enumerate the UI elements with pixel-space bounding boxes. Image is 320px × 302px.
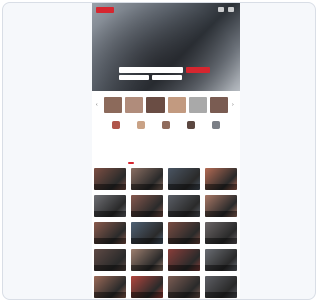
category-icon [162, 121, 170, 129]
listing-caption [94, 184, 126, 190]
listing-card[interactable] [131, 195, 163, 217]
category-icon [212, 121, 220, 129]
menu-icon[interactable] [218, 7, 224, 12]
listing-caption [205, 184, 237, 190]
listing-caption [168, 265, 200, 271]
listing-card[interactable] [168, 249, 200, 271]
listing-card[interactable] [94, 276, 126, 298]
listing-caption [131, 238, 163, 244]
tab-1[interactable] [128, 162, 134, 164]
listing-card[interactable] [94, 222, 126, 244]
tab-2[interactable] [140, 162, 146, 164]
hero-banner [92, 3, 240, 91]
listing-caption [205, 265, 237, 271]
strip-thumbnail[interactable] [209, 97, 229, 113]
filter-select-2[interactable] [152, 75, 182, 80]
listing-caption [94, 265, 126, 271]
listing-card[interactable] [168, 276, 200, 298]
listing-card[interactable] [205, 168, 237, 190]
listing-card[interactable] [94, 249, 126, 271]
listing-caption [168, 211, 200, 217]
category-icon [137, 121, 145, 129]
listing-card[interactable] [131, 222, 163, 244]
strip-thumbnail[interactable] [104, 97, 123, 113]
filter-select-1[interactable] [119, 75, 149, 80]
listing-tabs [128, 160, 208, 166]
listing-card[interactable] [205, 249, 237, 271]
listing-caption [94, 211, 126, 217]
listing-caption [131, 211, 163, 217]
listing-card[interactable] [168, 222, 200, 244]
category-item[interactable] [181, 121, 201, 143]
listing-caption [131, 292, 163, 298]
listing-caption [131, 265, 163, 271]
listing-caption [94, 292, 126, 298]
brand-logo-icon[interactable] [96, 7, 114, 13]
website-preview[interactable]: ‹ › [92, 3, 240, 299]
strip-thumbnail[interactable] [146, 97, 165, 113]
tab-3[interactable] [152, 162, 158, 164]
listing-caption [94, 238, 126, 244]
strip-prev-icon[interactable]: ‹ [96, 102, 100, 108]
listing-caption [205, 238, 237, 244]
listing-card[interactable] [168, 195, 200, 217]
strip-next-icon[interactable]: › [232, 102, 236, 108]
listing-card[interactable] [94, 168, 126, 190]
listing-caption [205, 292, 237, 298]
strip-thumbnail[interactable] [167, 97, 186, 113]
listing-card[interactable] [205, 222, 237, 244]
listing-card[interactable] [94, 195, 126, 217]
listing-card[interactable] [131, 249, 163, 271]
listing-caption [168, 292, 200, 298]
category-icon [112, 121, 120, 129]
listing-caption [168, 184, 200, 190]
listing-caption [168, 238, 200, 244]
listing-card[interactable] [131, 276, 163, 298]
listing-grid [94, 168, 238, 298]
listing-card[interactable] [205, 195, 237, 217]
listing-caption [205, 211, 237, 217]
listing-card[interactable] [168, 168, 200, 190]
featured-strip [104, 97, 229, 115]
category-item[interactable] [106, 121, 126, 143]
search-input[interactable] [119, 67, 183, 73]
category-item[interactable] [156, 121, 176, 143]
category-item[interactable] [206, 121, 226, 143]
category-icon [187, 121, 195, 129]
listing-card[interactable] [131, 168, 163, 190]
strip-thumbnail[interactable] [188, 97, 207, 113]
strip-thumbnail[interactable] [125, 97, 144, 113]
categories-row [106, 121, 226, 143]
listing-card[interactable] [205, 276, 237, 298]
search-button[interactable] [186, 67, 210, 73]
user-icon[interactable] [228, 7, 234, 12]
listing-caption [131, 184, 163, 190]
category-item[interactable] [131, 121, 151, 143]
